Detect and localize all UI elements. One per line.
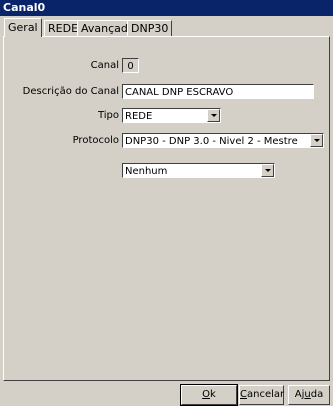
descricao-label: Descrição do Canal xyxy=(22,86,119,97)
tab-strip: Geral REDE Avançado DNP30 xyxy=(0,16,333,38)
protocolo-select[interactable]: DNP30 - DNP 3.0 - Nivel 2 - Mestre xyxy=(122,133,324,148)
window-title: Canal0 xyxy=(3,1,46,14)
chevron-down-icon[interactable] xyxy=(310,134,323,147)
secondary-value: Nenhum xyxy=(125,166,168,177)
protocolo-label: Protocolo xyxy=(72,135,119,146)
tipo-select[interactable]: REDE xyxy=(122,108,221,123)
tipo-label: Tipo xyxy=(97,110,119,121)
ajuda-button[interactable]: Ajuda xyxy=(288,385,330,405)
tipo-value: REDE xyxy=(125,111,153,122)
title-bar: Canal0 xyxy=(0,0,333,16)
ok-button[interactable]: Ok xyxy=(180,384,238,406)
canal-field: 0 xyxy=(122,58,139,73)
cancelar-button[interactable]: Cancelar xyxy=(239,385,284,405)
canal-label: Canal xyxy=(90,60,119,71)
button-bar: Ok Cancelar Ajuda xyxy=(0,380,333,406)
tab-panel-geral: Canal 0 Descrição do Canal CANAL DNP ESC… xyxy=(3,36,330,381)
chevron-down-icon[interactable] xyxy=(207,109,220,122)
protocolo-value: DNP30 - DNP 3.0 - Nivel 2 - Mestre xyxy=(125,136,298,147)
chevron-down-icon[interactable] xyxy=(261,164,274,177)
tab-dnp30[interactable]: DNP30 xyxy=(127,20,173,37)
tab-geral[interactable]: Geral xyxy=(4,18,42,37)
descricao-input[interactable]: CANAL DNP ESCRAVO xyxy=(122,84,314,99)
secondary-select[interactable]: Nenhum xyxy=(122,163,275,178)
